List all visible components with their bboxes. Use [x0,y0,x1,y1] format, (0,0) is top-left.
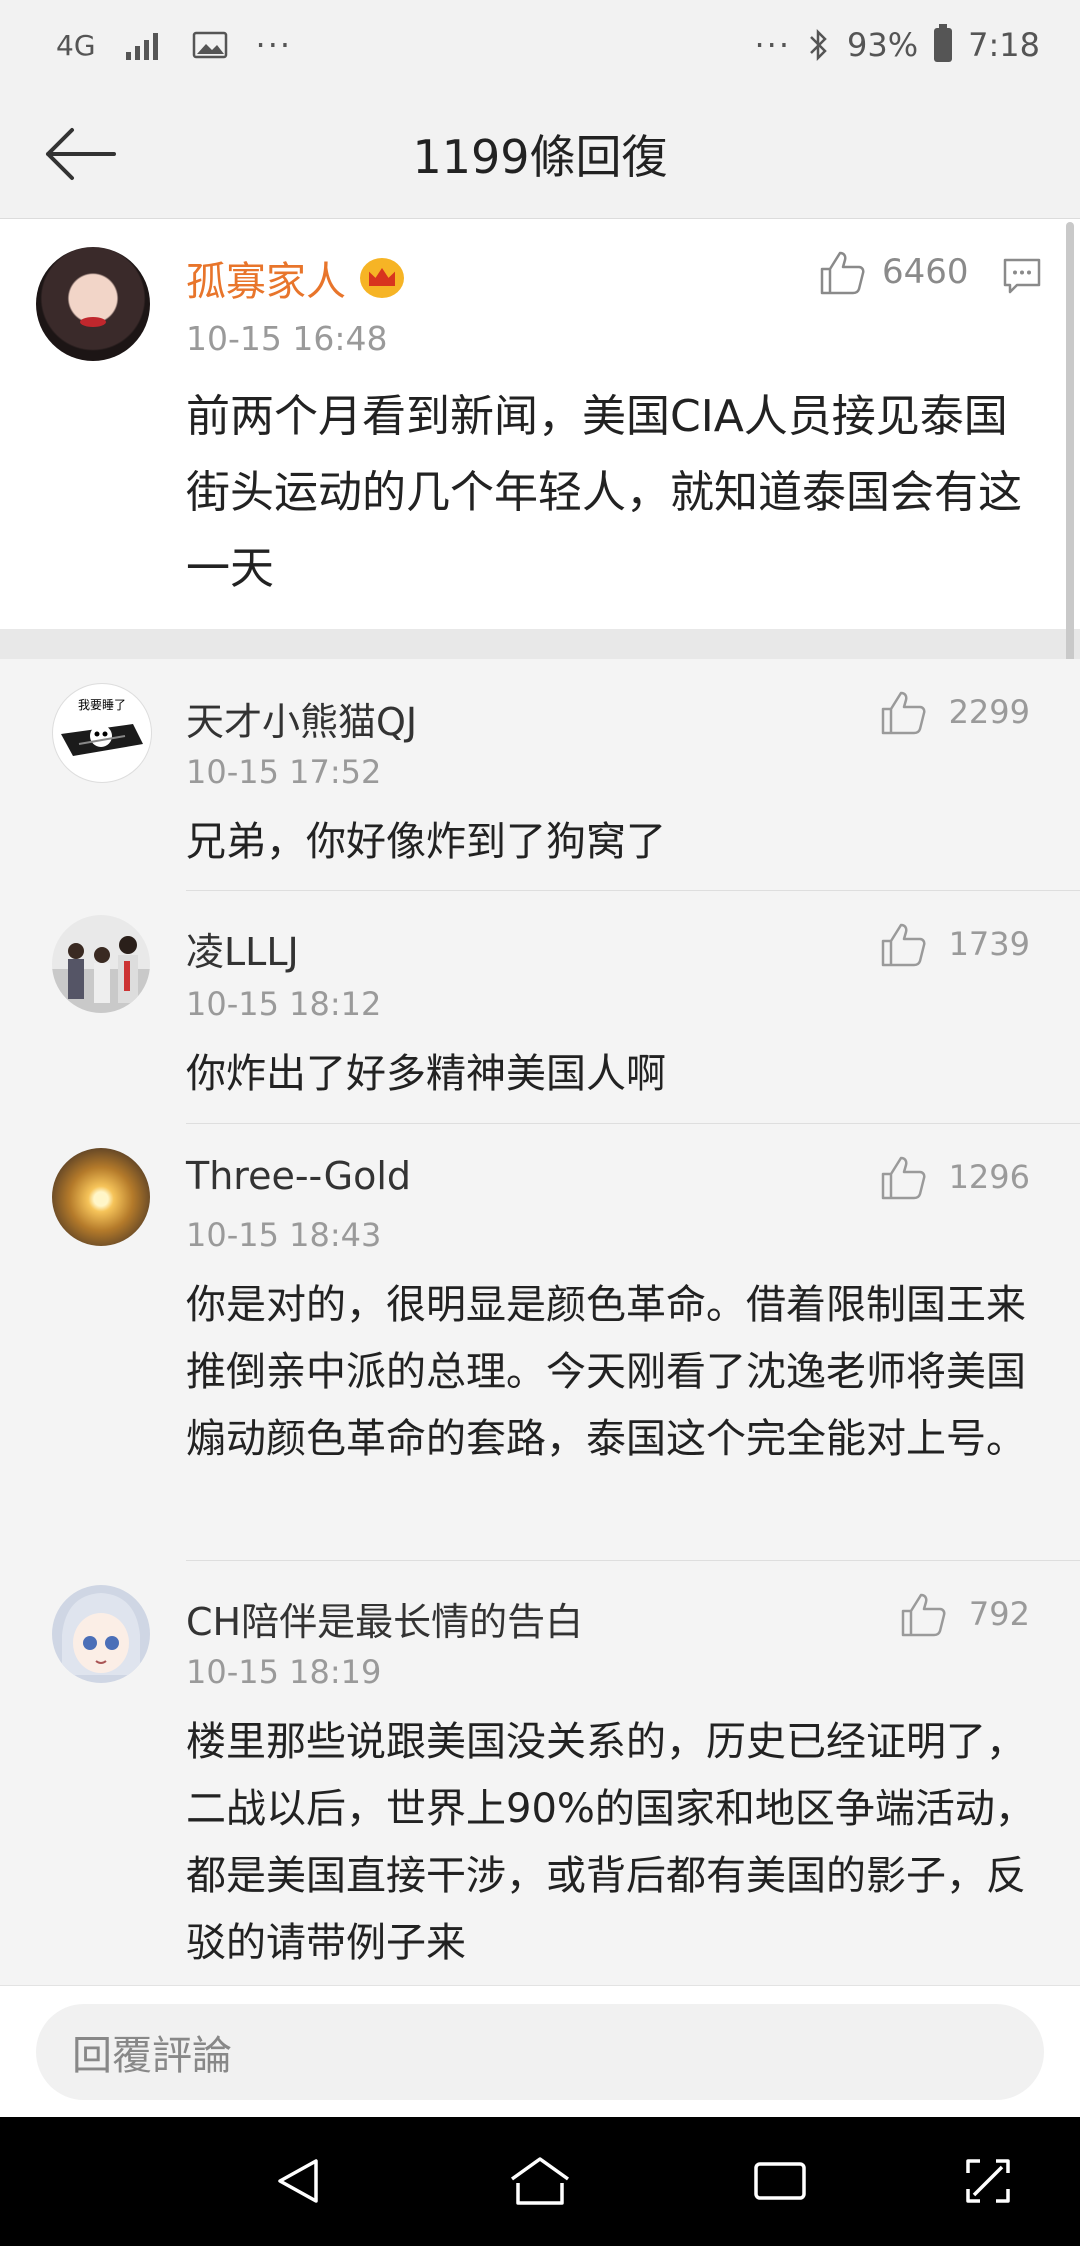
avatar[interactable] [52,1585,150,1683]
like-button[interactable]: 792 [899,1591,1030,1637]
like-count: 1739 [948,925,1030,963]
username-label: 孤寡家人 [186,259,346,305]
nav-home-icon [510,2157,570,2205]
nav-fullscreen-button[interactable] [948,2145,1028,2217]
status-bar: 4G ··· ··· 93% 7:18 [0,0,1080,90]
reply-time: 10-15 17:52 [186,753,382,791]
notification-dots: ··· [255,26,293,64]
reply-time: 10-15 18:19 [186,1653,382,1691]
reply-item: 我要睡了 天才小熊猫QJ 2299 10-15 17:52 兄弟，你好像炸到了狗… [0,659,1080,891]
bluetooth-icon [810,28,827,62]
header: 1199條回復 [0,90,1080,219]
reply-username[interactable]: 凌LLLJ [186,921,299,976]
status-dots: ··· [754,26,792,64]
reply-username[interactable]: CH陪伴是最长情的告白 [186,1591,583,1646]
reply-item: 凌LLLJ 1739 10-15 18:12 你炸出了好多精神美国人啊 [0,891,1080,1124]
system-nav-bar [0,2117,1080,2246]
reply-list: 我要睡了 天才小熊猫QJ 2299 10-15 17:52 兄弟，你好像炸到了狗… [0,659,1080,1985]
image-icon [192,31,227,59]
avatar[interactable]: 我要睡了 [52,683,152,783]
nav-home-button[interactable] [500,2145,580,2217]
like-button[interactable]: 1296 [879,1154,1030,1200]
avatar[interactable] [52,1148,150,1246]
main-comment: 孤寡家人 10-15 16:48 6460 前两个月看到新闻，美国CIA人员接见… [0,219,1080,629]
like-count: 6460 [882,252,969,292]
reply-username[interactable]: Three--Gold [186,1154,411,1198]
thumbs-up-icon [881,923,926,967]
reply-item: Three--Gold 1296 10-15 18:43 你是对的，很明显是颜色… [0,1124,1080,1561]
like-button[interactable]: 2299 [879,689,1030,735]
reply-item: CH陪伴是最长情的告白 792 10-15 18:19 楼里那些说跟美国没关系的… [0,1561,1080,1985]
network-type: 4G [56,28,96,62]
reply-text: 你炸出了好多精神美国人啊 [186,1051,666,1097]
section-divider [0,629,1080,659]
nav-back-icon [278,2159,318,2203]
like-button[interactable]: 1739 [879,921,1030,967]
clock: 7:18 [968,26,1040,64]
scrollbar[interactable] [1066,222,1074,692]
avatar[interactable] [52,915,150,1013]
like-button[interactable]: 6460 [818,249,969,295]
reply-time: 10-15 18:43 [186,1216,382,1254]
reply-time: 10-15 18:12 [186,985,382,1023]
reply-text: 你是对的，很明显是颜色革命。借着限制国王来推倒亲中派的总理。今天刚看了沈逸老师将… [186,1282,1026,1462]
like-count: 1296 [948,1158,1030,1196]
like-count: 2299 [948,693,1030,731]
comment-icon[interactable] [1002,257,1042,295]
thumbs-up-icon [881,1156,926,1200]
main-comment-time: 10-15 16:48 [186,319,388,358]
thumbs-up-icon [881,691,926,735]
reply-text: 楼里那些说跟美国没关系的，历史已经证明了，二战以后，世界上90%的国家和地区争端… [186,1719,1035,1966]
expand-icon [966,2159,1010,2203]
signal-icon [125,33,158,60]
thumbs-up-icon [820,251,865,295]
reply-comment-input[interactable]: 回覆評論 [36,2004,1044,2100]
like-count: 792 [968,1595,1030,1633]
reply-text: 兄弟，你好像炸到了狗窝了 [186,819,666,865]
page-title: 1199條回復 [412,130,668,184]
thumbs-up-icon [901,1593,946,1637]
nav-back-button[interactable] [260,2145,340,2217]
main-comment-text: 前两个月看到新闻，美国CIA人员接见泰国街头运动的几个年轻人，就知道泰国会有这一… [186,391,1022,594]
reply-username[interactable]: 天才小熊猫QJ [186,691,417,746]
nav-recents-icon [754,2162,806,2200]
main-comment-username[interactable]: 孤寡家人 [186,249,404,307]
crown-badge-icon [360,258,404,298]
battery-percent: 93% [847,26,919,64]
reply-input-bar: 回覆評論 [0,1985,1080,2118]
avatar[interactable] [36,247,150,361]
nav-recents-button[interactable] [740,2145,820,2217]
battery-icon [934,24,953,62]
avatar-caption: 我要睡了 [77,698,126,712]
